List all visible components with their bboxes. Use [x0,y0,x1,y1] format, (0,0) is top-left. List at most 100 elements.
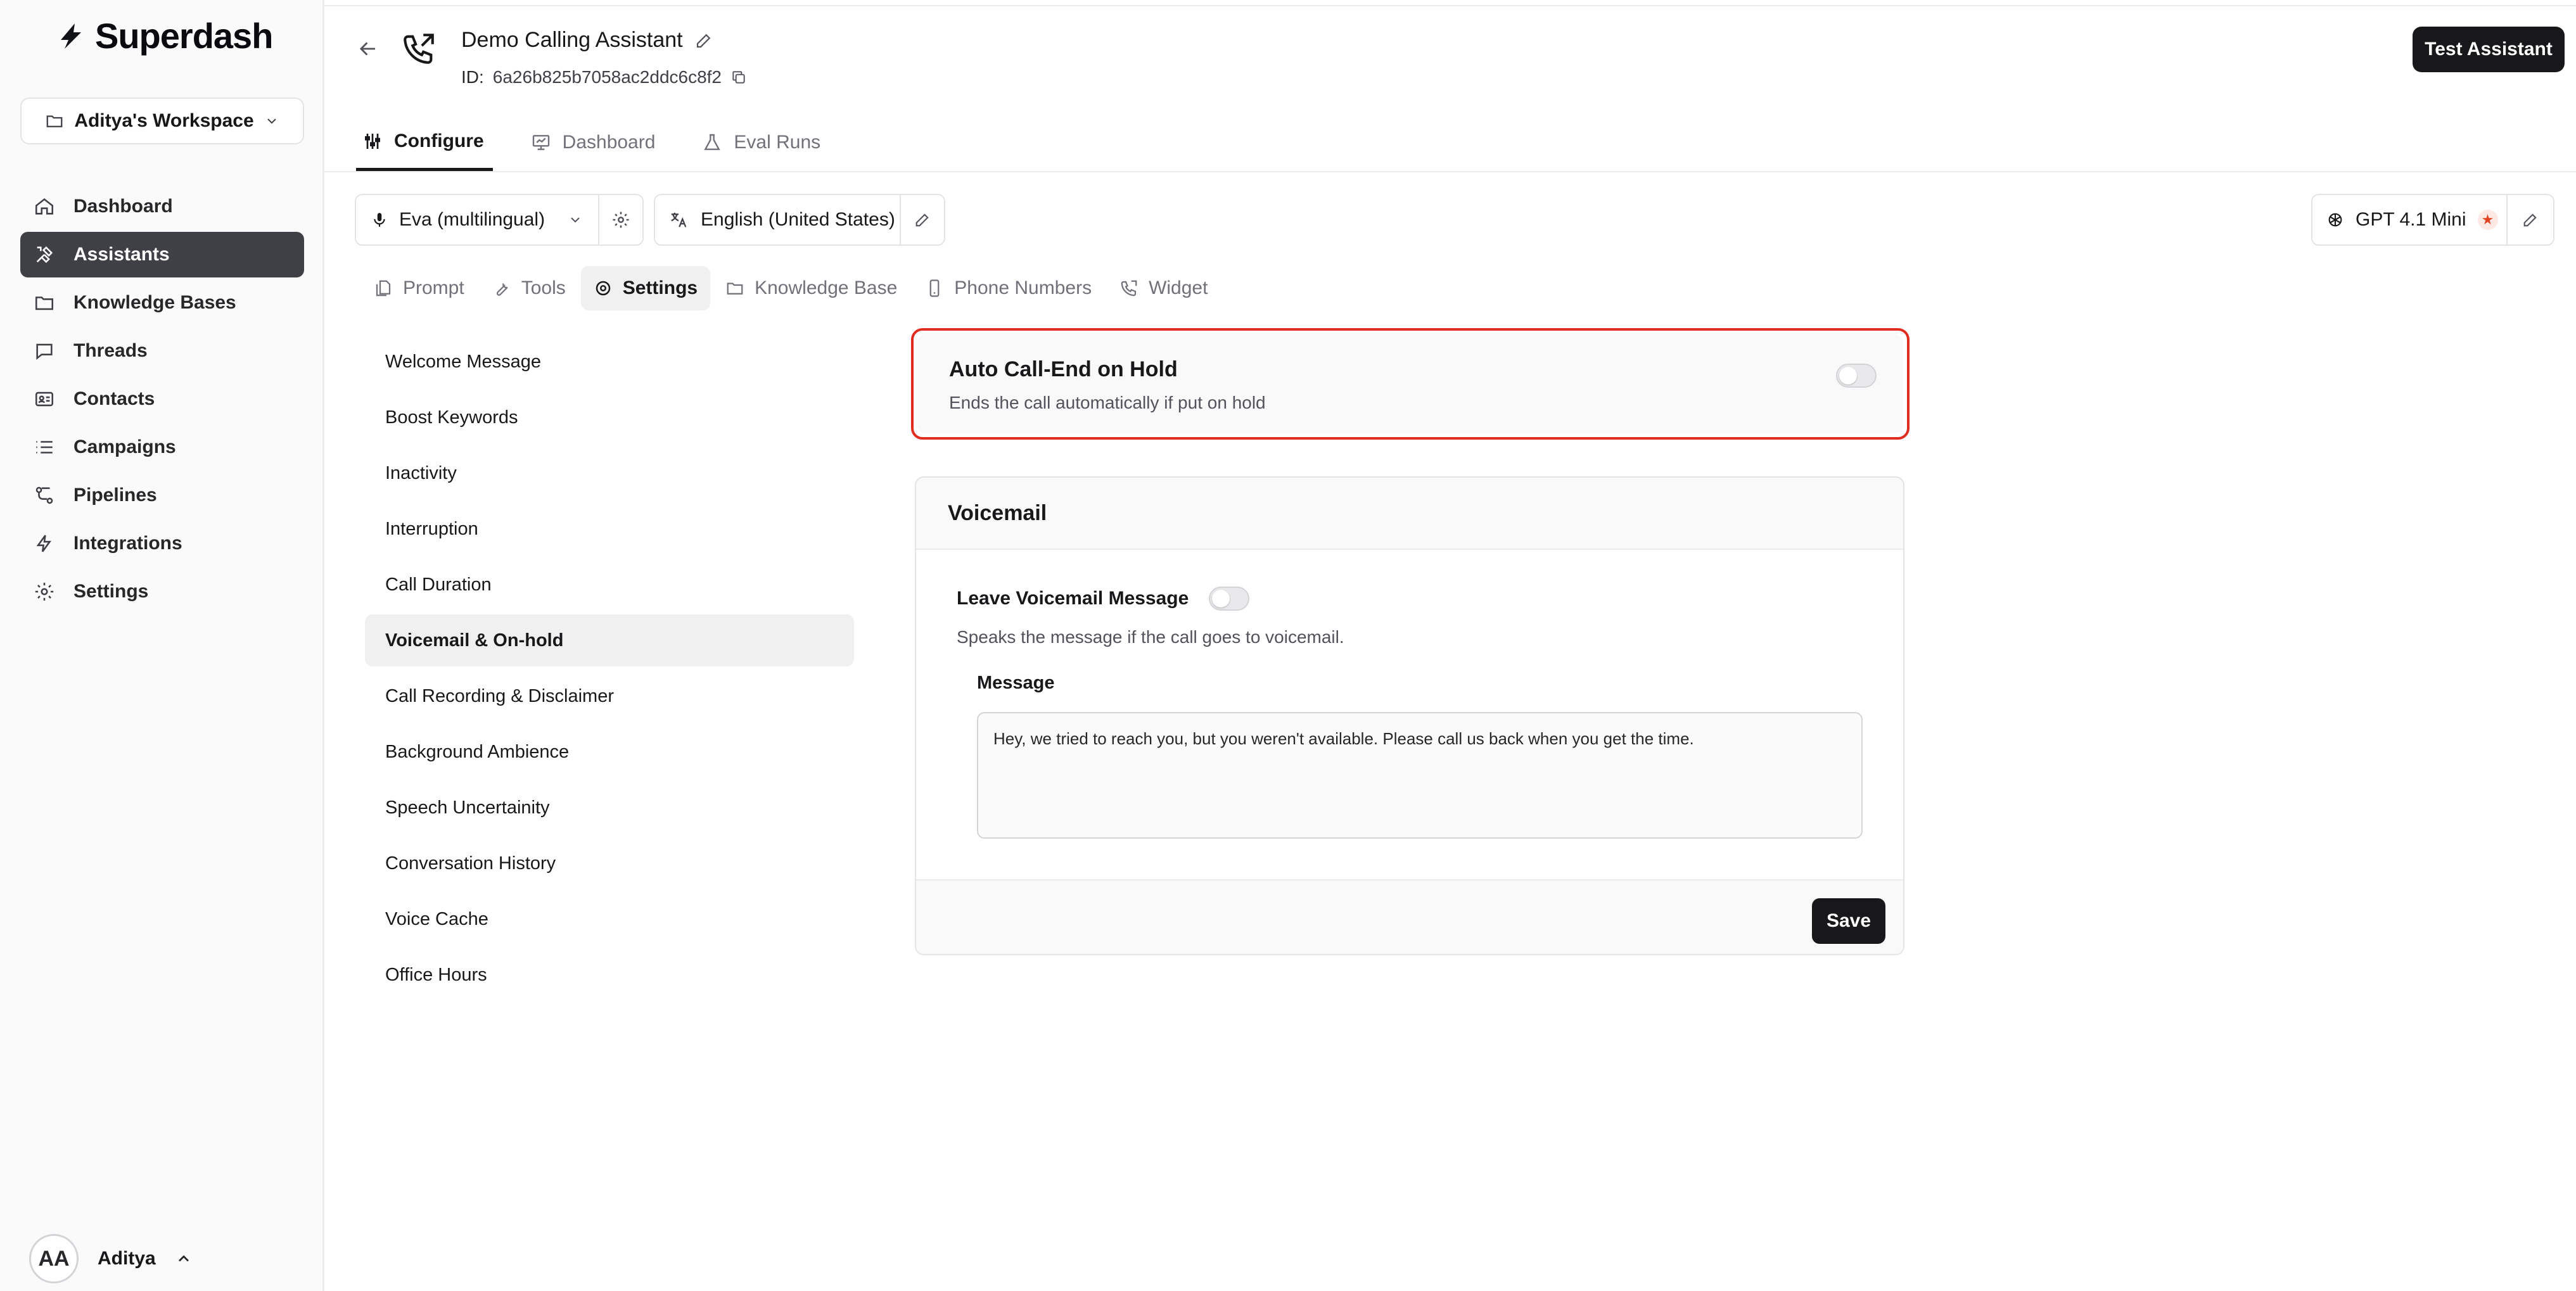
smartphone-icon [929,279,940,297]
sidebar-nav: Dashboard Assistants Knowledge Bases Thr… [20,184,304,617]
model-label: GPT 4.1 Mini [2356,209,2466,230]
assistant-title: Demo Calling Assistant [461,28,713,53]
translate-icon [671,212,687,227]
superdash-logo-icon [61,23,81,49]
tab-tools[interactable]: Tools [480,266,578,310]
workspace-selector[interactable]: Aditya's Workspace [20,98,304,144]
settings-item-speech-uncertainity[interactable]: Speech Uncertainity [365,782,854,834]
settings-item-interruption[interactable]: Interruption [365,503,854,555]
settings-item-background-ambience[interactable]: Background Ambience [365,726,854,778]
message-label: Message [977,673,1055,693]
gear-icon [596,281,610,296]
brand-name: Superdash [95,16,273,56]
chevron-down-icon [571,217,580,223]
tab-label: Prompt [403,277,464,298]
wrench-icon [496,283,508,296]
avatar: AA [29,1234,79,1283]
language-label: English (United States) [701,209,895,230]
pencil-icon [2523,213,2537,227]
settings-item-voicemail-on-hold[interactable]: Voicemail & On-hold [365,614,854,666]
settings-item-call-recording[interactable]: Call Recording & Disclaimer [365,670,854,722]
tab-settings[interactable]: Settings [580,266,711,310]
voicemail-title: Voicemail [916,478,1903,550]
leave-voicemail-label: Leave Voicemail Message [957,588,1189,609]
copy-icon[interactable] [730,69,747,86]
folder-icon [32,290,57,315]
language-dropdown[interactable]: English (United States) [655,195,901,245]
user-name: Aditya [98,1248,156,1269]
tab-phone-numbers[interactable]: Phone Numbers [912,266,1104,310]
settings-item-office-hours[interactable]: Office Hours [365,949,854,1001]
sub-tabs: Prompt Tools Settings Knowledge Base Pho… [361,266,1223,310]
assistant-id: ID: 6a26b825b7058ac2ddc6c8f2 [461,67,747,87]
sidebar-item-dashboard[interactable]: Dashboard [20,184,304,229]
auto-call-end-panel: Auto Call-End on Hold Ends the call auto… [917,334,1903,433]
assistant-title-text: Demo Calling Assistant [461,28,683,52]
tab-label: Tools [521,277,566,298]
model-selector: GPT 4.1 Mini ★ [2311,194,2554,246]
settings-item-boost-keywords[interactable]: Boost Keywords [365,391,854,443]
documents-icon [376,280,391,296]
phone-forward-icon [1121,280,1137,296]
chevron-up-icon [178,1255,189,1262]
workspace-label: Aditya's Workspace [74,110,254,131]
model-dropdown[interactable]: GPT 4.1 Mini ★ [2312,195,2508,245]
sidebar-item-label: Pipelines [73,485,157,506]
tab-eval-runs[interactable]: Eval Runs [696,114,829,171]
sliders-icon [365,133,380,149]
sidebar-item-settings[interactable]: Settings [20,569,304,614]
tab-label: Dashboard [562,132,656,153]
sidebar-item-campaigns[interactable]: Campaigns [20,424,304,470]
bolt-icon [32,531,57,556]
pencil-icon [915,213,929,227]
sidebar-item-pipelines[interactable]: Pipelines [20,473,304,518]
voicemail-message-textarea[interactable]: Hey, we tried to reach you, but you were… [977,712,1863,839]
tab-label: Phone Numbers [954,277,1092,298]
voicemail-card: Voicemail Leave Voicemail Message Speaks… [915,476,1904,955]
tab-configure[interactable]: Configure [356,114,493,171]
flask-icon [704,134,721,150]
tab-label: Widget [1149,277,1208,298]
model-edit-button[interactable] [2508,211,2553,229]
sidebar-item-contacts[interactable]: Contacts [20,376,304,422]
sidebar-item-label: Dashboard [73,196,173,217]
settings-item-conversation-history[interactable]: Conversation History [365,837,854,889]
back-arrow-icon[interactable] [356,37,380,61]
sidebar-item-integrations[interactable]: Integrations [20,521,304,566]
microphone-icon [374,213,385,227]
voice-label: Eva (multilingual) [399,209,545,230]
voice-dropdown[interactable]: Eva (multilingual) [356,195,599,245]
settings-item-inactivity[interactable]: Inactivity [365,447,854,499]
sidebar: Superdash Aditya's Workspace Dashboard A… [0,0,324,1291]
openai-icon [2328,213,2342,227]
settings-item-voice-cache[interactable]: Voice Cache [365,893,854,945]
auto-call-end-title: Auto Call-End on Hold [949,357,1178,381]
language-edit-button[interactable] [901,211,944,229]
brand-logo[interactable]: Superdash [56,15,273,56]
sidebar-item-label: Knowledge Bases [73,292,236,313]
auto-call-end-toggle[interactable] [1836,364,1877,388]
tab-label: Eval Runs [734,132,821,153]
settings-item-call-duration[interactable]: Call Duration [365,559,854,611]
voice-settings-button[interactable] [599,210,642,229]
auto-call-end-card: Auto Call-End on Hold Ends the call auto… [911,328,1910,440]
tab-prompt[interactable]: Prompt [361,266,477,310]
pencil-icon[interactable] [694,31,713,50]
sidebar-item-knowledge-bases[interactable]: Knowledge Bases [20,280,304,326]
save-button[interactable]: Save [1812,898,1885,944]
sidebar-item-label: Integrations [73,533,182,554]
sidebar-item-assistants[interactable]: Assistants [20,232,304,277]
leave-voicemail-description: Speaks the message if the call goes to v… [957,627,1344,647]
workflow-icon [32,483,57,508]
auto-call-end-description: Ends the call automatically if put on ho… [949,393,1266,412]
settings-item-welcome-message[interactable]: Welcome Message [365,336,854,388]
language-selector: English (United States) [654,194,945,246]
tab-dashboard[interactable]: Dashboard [525,114,665,171]
user-menu[interactable]: AA Aditya [29,1234,193,1283]
tab-label: Settings [622,277,698,298]
sidebar-item-threads[interactable]: Threads [20,328,304,374]
leave-voicemail-toggle[interactable] [1209,587,1250,611]
tab-knowledge-base[interactable]: Knowledge Base [713,266,910,310]
tab-widget[interactable]: Widget [1107,266,1220,310]
test-assistant-button[interactable]: Test Assistant [2413,27,2565,72]
